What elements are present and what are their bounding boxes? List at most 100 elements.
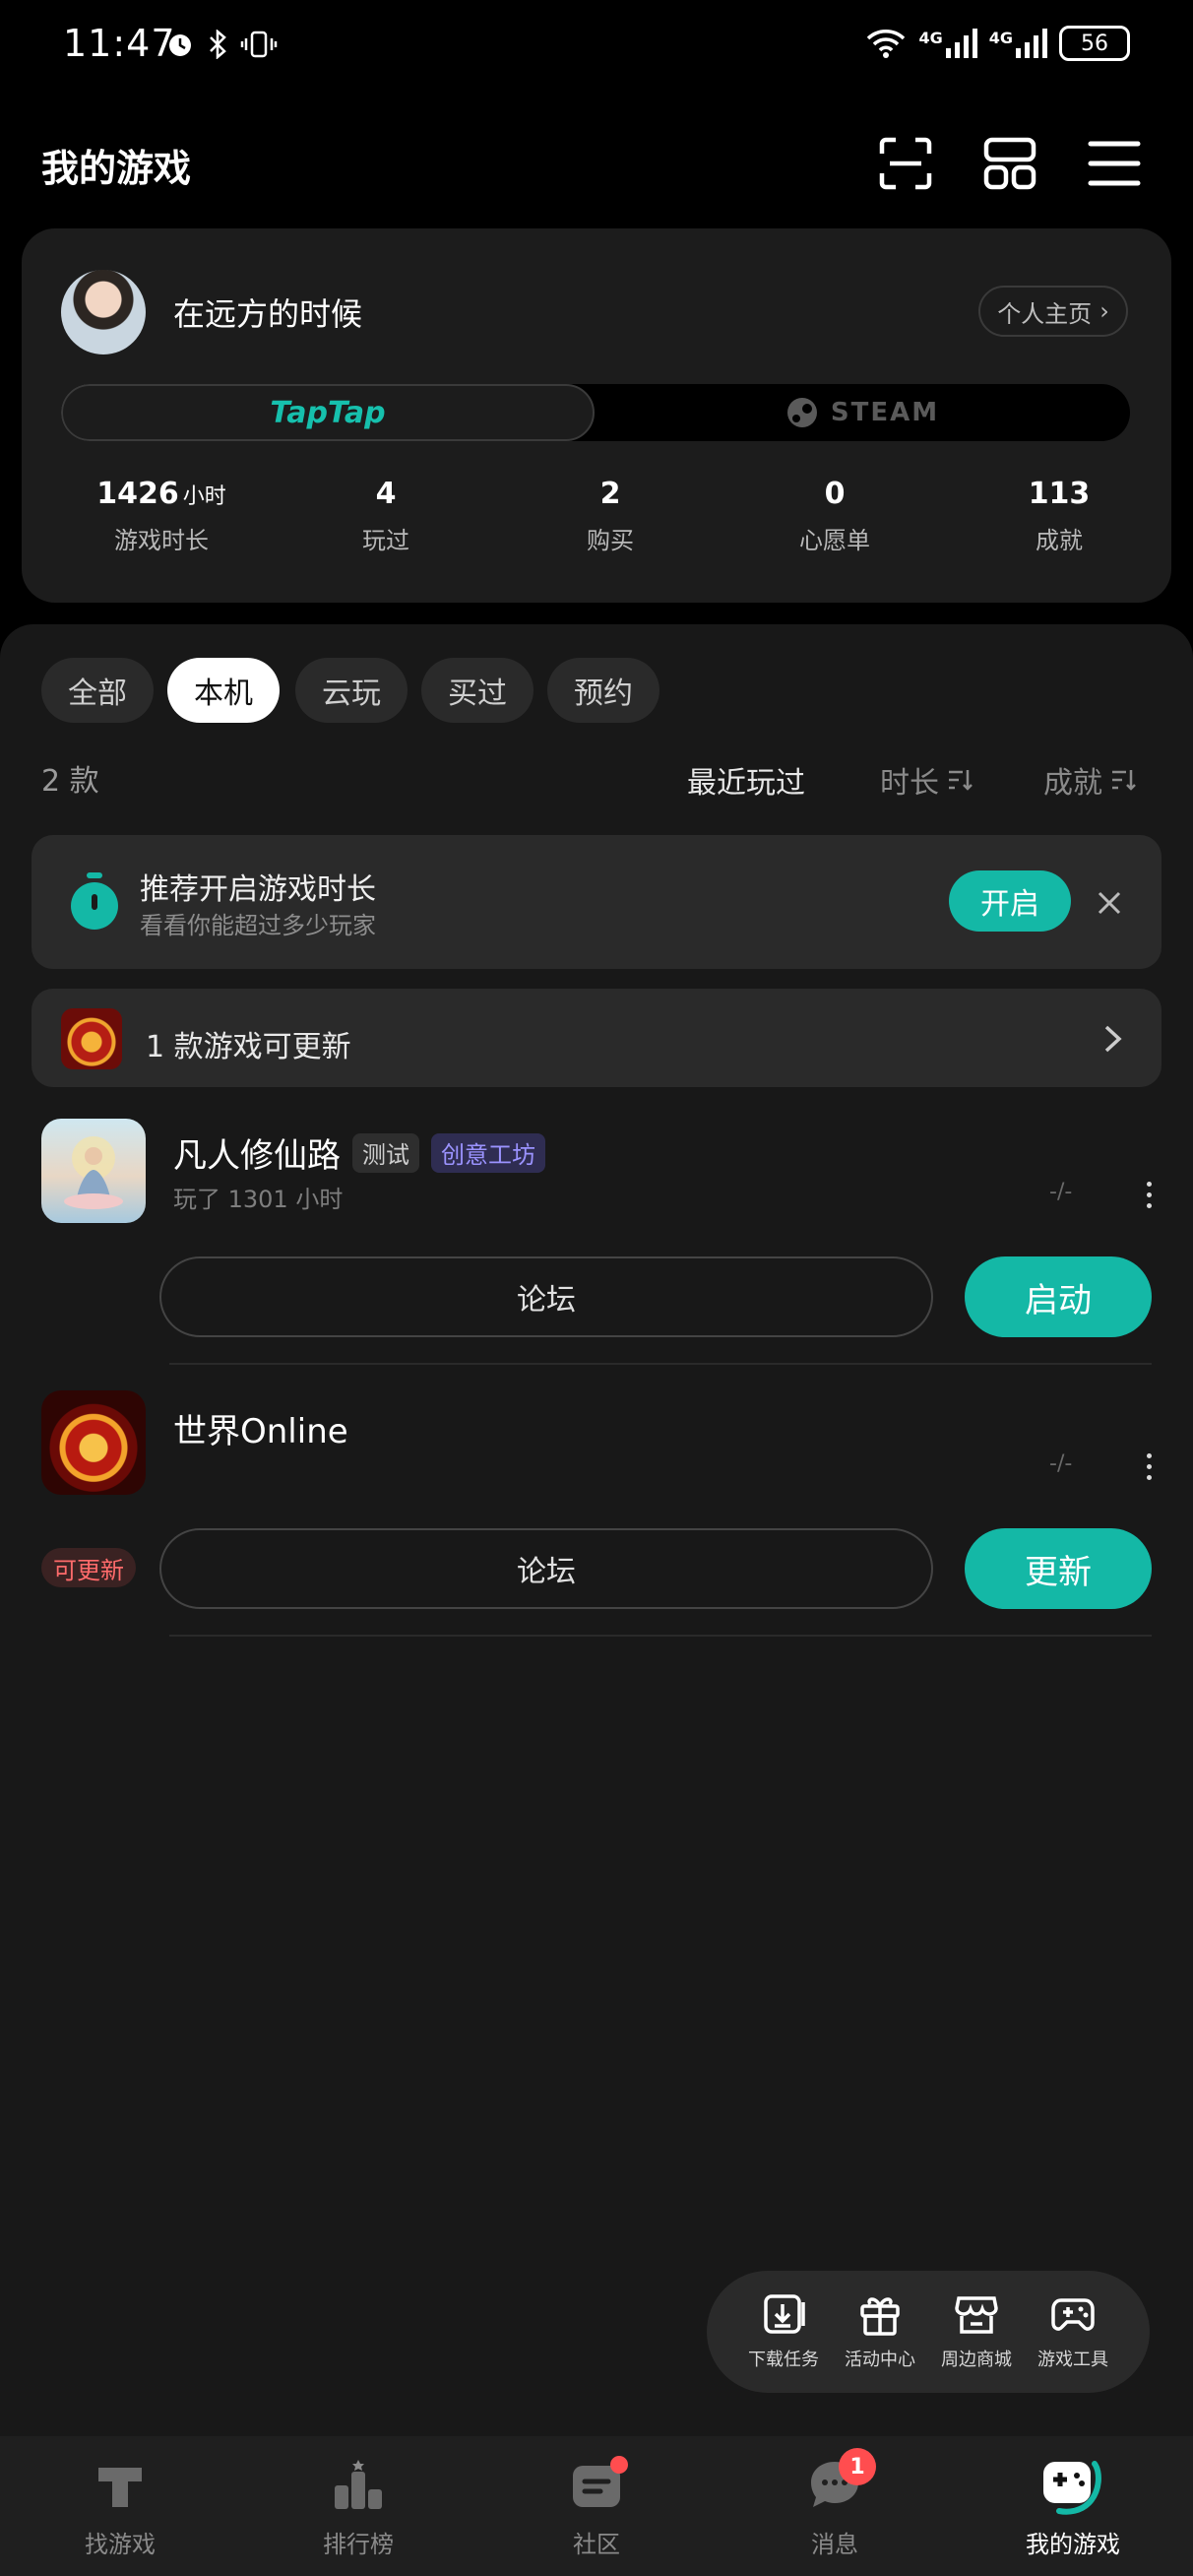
more-options-icon[interactable] <box>1144 1182 1154 1208</box>
sort-achievements[interactable]: 成就 <box>1043 758 1136 802</box>
download-task-icon <box>764 2294 805 2334</box>
stat-label: 购买 <box>587 527 634 554</box>
nav-my-games[interactable]: 我的游戏 <box>994 2456 1152 2559</box>
platform-switch: TapTap STEAM <box>61 384 1130 441</box>
tab-taptap[interactable]: TapTap <box>61 384 595 441</box>
tool-merch-store[interactable]: 周边商城 <box>929 2290 1024 2371</box>
game-name[interactable]: 凡人修仙路 <box>173 1128 341 1177</box>
game-title-row: 凡人修仙路 测试 创意工坊 <box>173 1128 545 1177</box>
username[interactable]: 在远方的时候 <box>173 290 362 335</box>
stat-label: 成就 <box>1036 527 1083 554</box>
sort-icon <box>1112 770 1136 791</box>
sort-icon <box>949 770 973 791</box>
stat-wishlist[interactable]: 0 心愿单 <box>726 477 943 555</box>
chip-local[interactable]: 本机 <box>167 658 280 723</box>
forum-button[interactable]: 论坛 <box>159 1528 933 1609</box>
stat-playtime[interactable]: 1426 小时 游戏时长 <box>53 477 270 555</box>
banner-title: 推荐开启游戏时长 <box>140 872 376 907</box>
game-name[interactable]: 世界Online <box>173 1404 348 1452</box>
store-icon <box>955 2296 998 2334</box>
gift-icon <box>860 2297 900 2336</box>
community-badge-dot <box>610 2456 628 2474</box>
stat-unit: 小时 <box>182 484 226 509</box>
world-online-small-icon <box>61 1008 122 1069</box>
game-icon-world-online[interactable] <box>41 1390 146 1495</box>
tab-steam-label: STEAM <box>830 398 940 427</box>
divider <box>169 1635 1152 1637</box>
tab-taptap-label: TapTap <box>270 395 386 430</box>
chip-all[interactable]: 全部 <box>41 658 154 723</box>
forum-button[interactable]: 论坛 <box>159 1256 933 1337</box>
tool-activity-center[interactable]: 活动中心 <box>833 2290 927 2371</box>
chip-cloud[interactable]: 云玩 <box>295 658 408 723</box>
sort-playtime[interactable]: 时长 <box>880 758 973 802</box>
tool-label: 游戏工具 <box>1037 2350 1108 2370</box>
tool-label: 周边商城 <box>941 2350 1012 2370</box>
chip-label: 买过 <box>448 676 507 711</box>
chevron-right-icon <box>1104 1025 1122 1053</box>
tool-download-tasks[interactable]: 下载任务 <box>736 2290 831 2371</box>
stat-value: 4 <box>375 477 397 511</box>
enable-playtime-button[interactable]: 开启 <box>949 870 1071 932</box>
tag-workshop[interactable]: 创意工坊 <box>431 1132 545 1173</box>
signal-1: 4G <box>918 29 977 58</box>
stat-purchased[interactable]: 2 购买 <box>502 477 719 555</box>
menu-icon[interactable] <box>1087 136 1142 191</box>
sort-recent[interactable]: 最近玩过 <box>687 758 805 802</box>
chip-label: 全部 <box>68 676 127 711</box>
close-icon[interactable] <box>1097 890 1122 916</box>
avatar[interactable] <box>61 270 146 354</box>
stat-value: 0 <box>824 477 846 511</box>
network-type-1: 4G <box>918 29 943 47</box>
battery-indicator: 56 <box>1059 26 1130 61</box>
launch-label: 启动 <box>1025 1280 1092 1320</box>
games-count: 2 款 <box>41 764 99 799</box>
tool-label: 下载任务 <box>748 2350 819 2370</box>
layout-grid-icon[interactable] <box>982 136 1037 191</box>
tool-label: 活动中心 <box>845 2350 915 2370</box>
page-title: 我的游戏 <box>41 147 192 190</box>
nav-ranking[interactable]: 排行榜 <box>280 2456 437 2559</box>
my-games-icon <box>1043 2461 1101 2515</box>
divider <box>169 1363 1152 1365</box>
launch-button[interactable]: 启动 <box>965 1256 1152 1337</box>
nav-label: 排行榜 <box>323 2531 394 2558</box>
stat-label: 玩过 <box>362 527 409 554</box>
stat-achievements[interactable]: 113 成就 <box>951 477 1167 555</box>
forum-label: 论坛 <box>517 1555 576 1589</box>
sort-label: 时长 <box>880 766 939 801</box>
network-type-2: 4G <box>988 29 1013 47</box>
game-icon-fanren[interactable] <box>41 1119 146 1223</box>
homepage-button[interactable]: 个人主页 › <box>978 286 1128 337</box>
game-rating: -/- <box>1049 1180 1073 1204</box>
chip-bought[interactable]: 买过 <box>421 658 534 723</box>
status-left-icons <box>165 30 278 59</box>
vibrate-icon <box>240 31 278 58</box>
nav-community[interactable]: 社区 <box>518 2456 675 2559</box>
gamepad-icon <box>1051 2298 1095 2331</box>
battery-level: 56 <box>1081 31 1108 56</box>
status-time: 11:47 <box>63 22 176 65</box>
stat-value: 113 <box>1028 477 1091 511</box>
scan-icon[interactable] <box>878 136 933 191</box>
ranking-icon <box>335 2460 382 2509</box>
chip-reserved[interactable]: 预约 <box>547 658 659 723</box>
update-button[interactable]: 更新 <box>965 1528 1152 1609</box>
forum-label: 论坛 <box>517 1283 576 1318</box>
tool-game-tools[interactable]: 游戏工具 <box>1026 2290 1120 2371</box>
stopwatch-icon <box>71 872 118 930</box>
tab-steam[interactable]: STEAM <box>595 384 1130 441</box>
steam-logo-icon <box>786 398 817 427</box>
nav-label: 社区 <box>573 2531 620 2558</box>
stat-played[interactable]: 4 玩过 <box>278 477 494 555</box>
chip-label: 预约 <box>574 676 633 711</box>
stat-label: 心愿单 <box>799 527 870 554</box>
bluetooth-icon <box>210 30 226 59</box>
nav-messages[interactable]: 1 消息 <box>756 2448 913 2559</box>
nav-find-games[interactable]: 找游戏 <box>41 2456 199 2559</box>
more-options-icon[interactable] <box>1144 1453 1154 1480</box>
stat-value: 1426 <box>96 477 179 511</box>
nav-label: 找游戏 <box>85 2531 156 2558</box>
chip-label: 本机 <box>194 676 253 711</box>
chip-label: 云玩 <box>322 676 381 711</box>
